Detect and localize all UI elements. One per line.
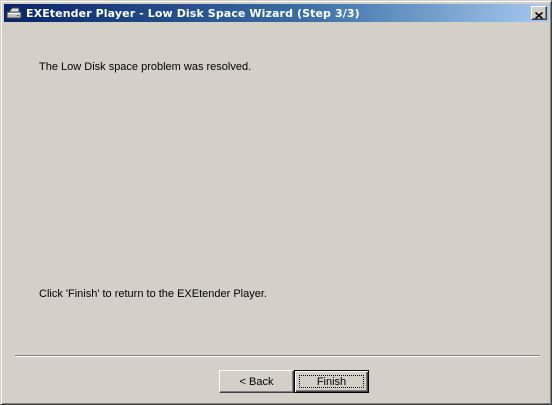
finish-button[interactable]: Finish xyxy=(294,370,369,393)
title-bar[interactable]: EXEtender Player - Low Disk Space Wizard… xyxy=(4,4,549,22)
finish-button-label: Finish xyxy=(316,375,347,388)
back-button-label: < Back xyxy=(239,375,274,388)
status-message: The Low Disk space problem was resolved. xyxy=(39,61,252,73)
finish-instruction: Click 'Finish' to return to the EXEtende… xyxy=(39,288,267,300)
button-separator xyxy=(15,355,540,357)
window-title: EXEtender Player - Low Disk Space Wizard… xyxy=(26,6,360,20)
drive-icon xyxy=(6,5,22,21)
close-icon xyxy=(534,4,544,23)
close-button[interactable] xyxy=(531,6,547,20)
wizard-window: EXEtender Player - Low Disk Space Wizard… xyxy=(0,0,552,405)
back-button[interactable]: < Back xyxy=(219,370,294,393)
